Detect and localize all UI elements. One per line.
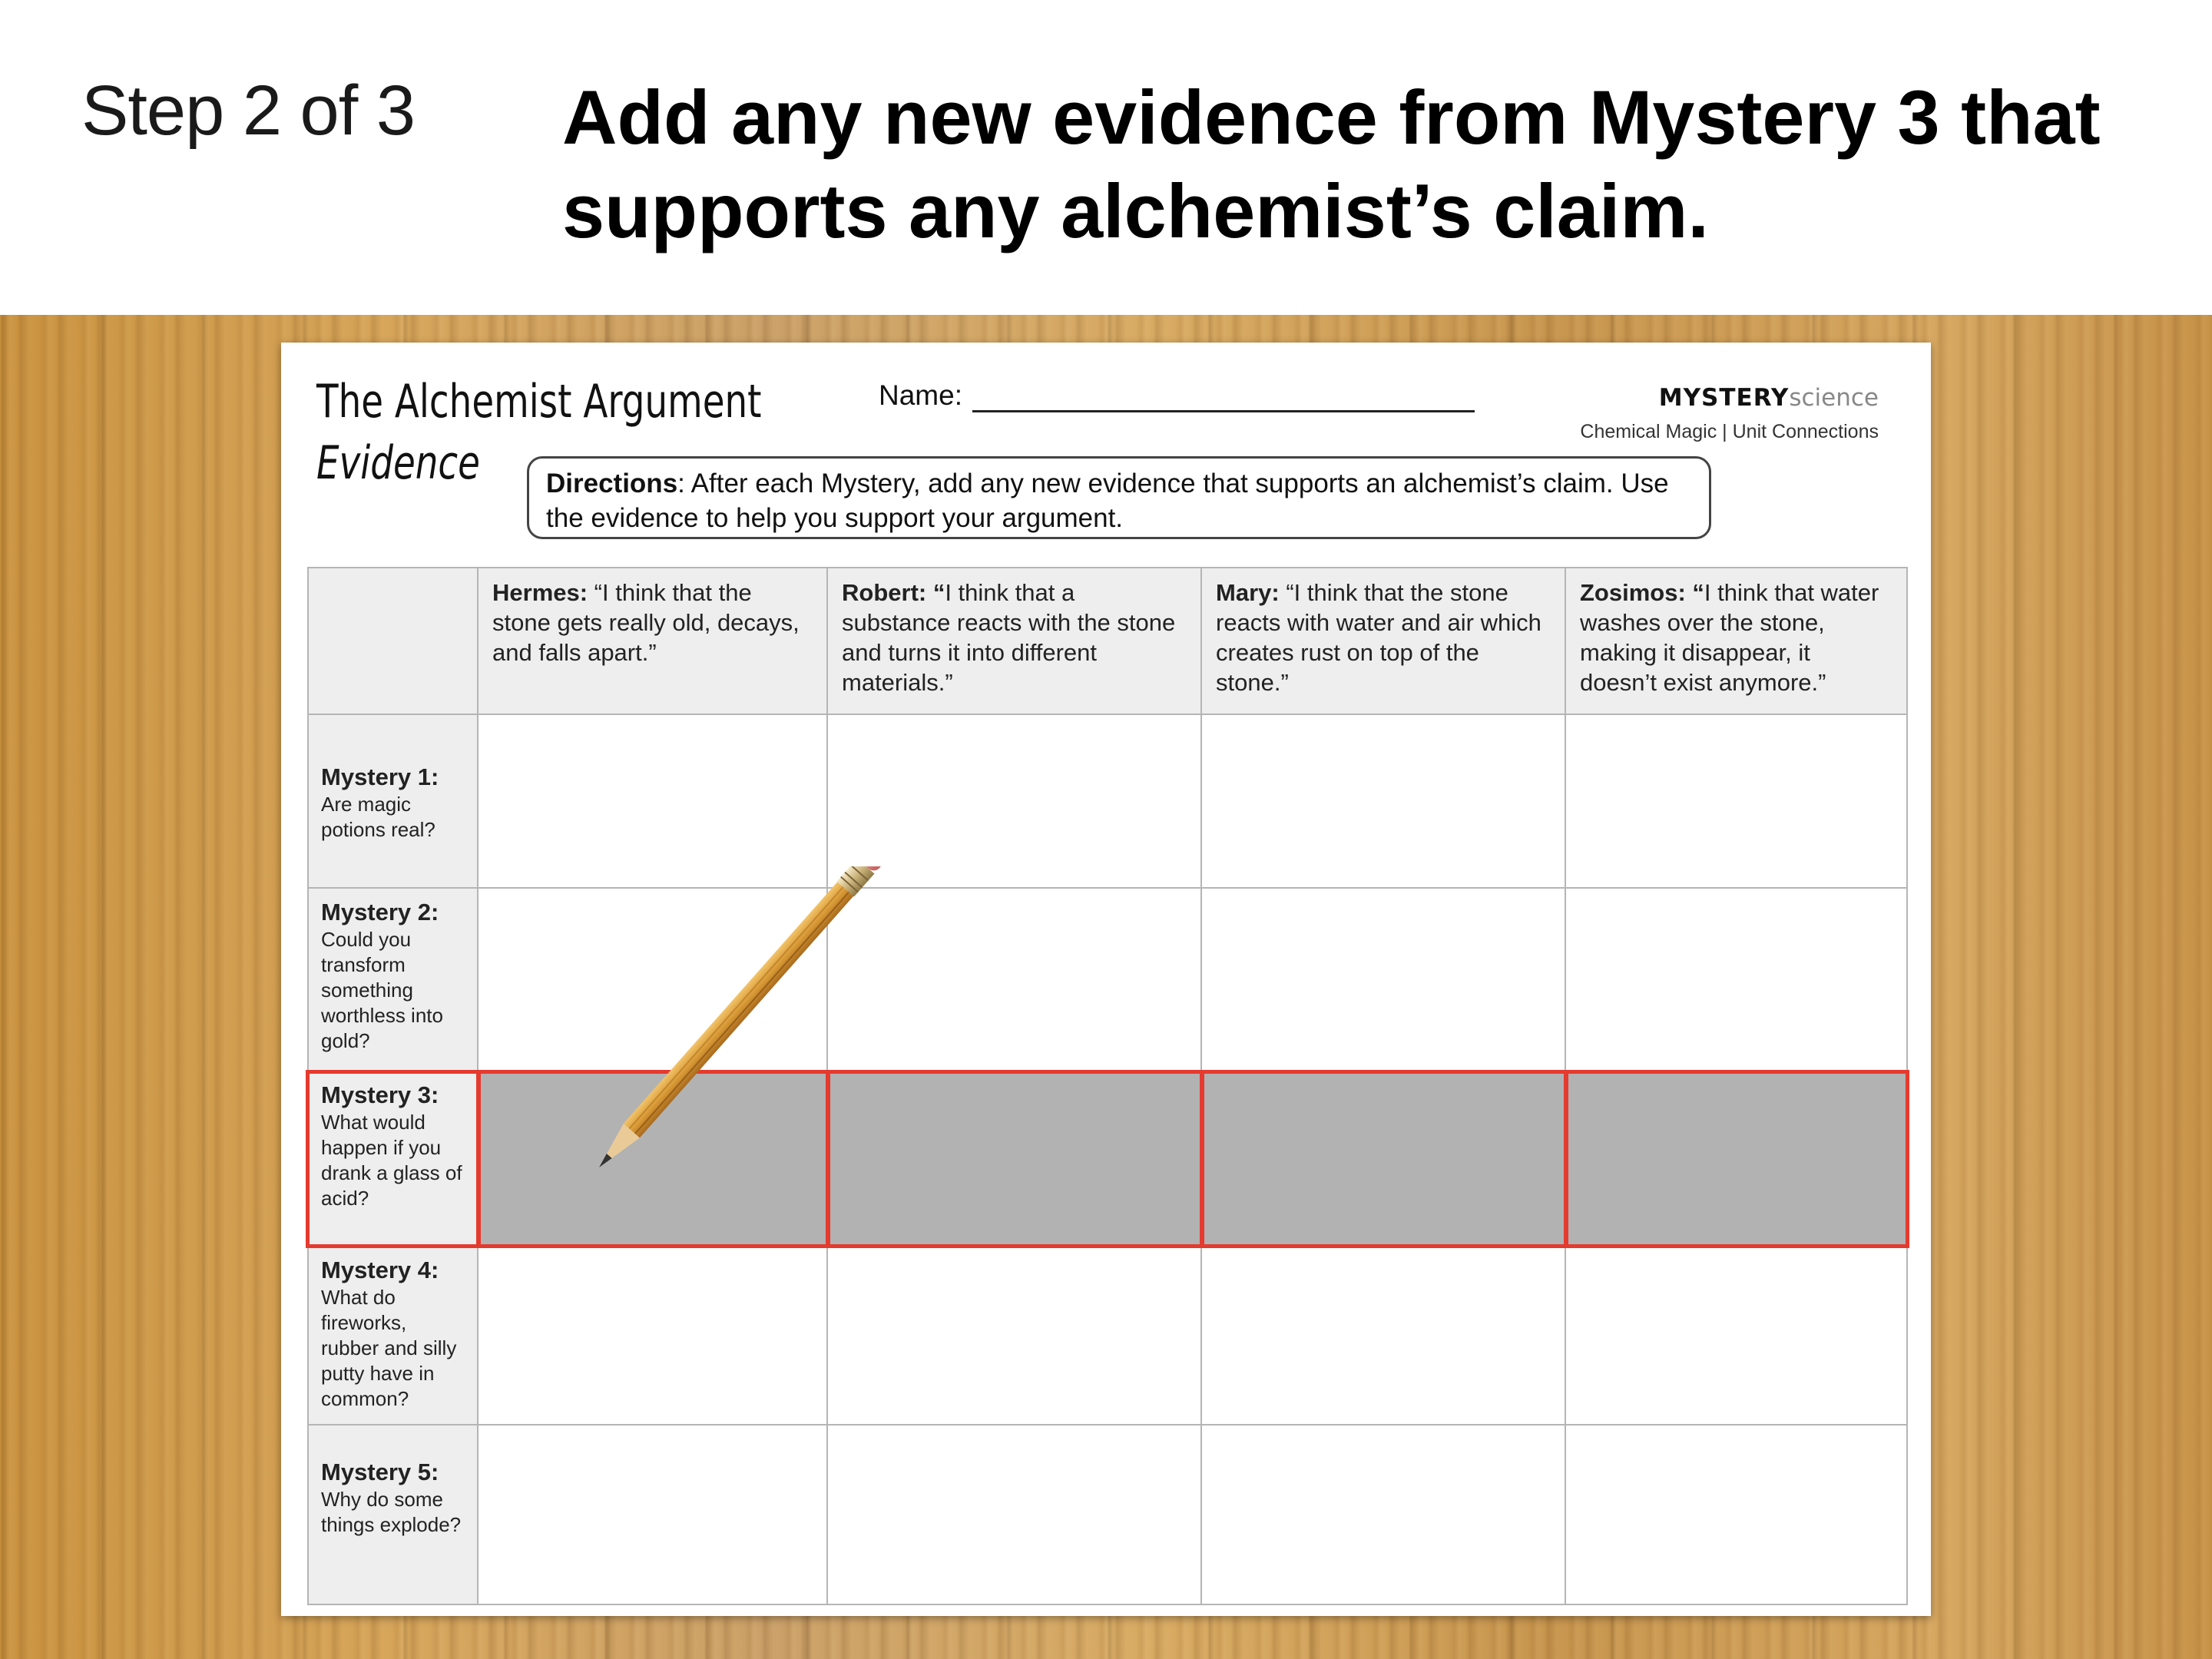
evidence-cell[interactable] [1566, 889, 1908, 1071]
column-header-mary: Mary: “I think that the stone reacts wit… [1202, 567, 1566, 715]
row-title: Mystery 2: [321, 899, 439, 926]
directions-label: Directions [546, 469, 678, 498]
evidence-cell[interactable] [478, 1247, 828, 1426]
evidence-cell[interactable] [1566, 1426, 1908, 1605]
row-header-mystery-3: Mystery 3: What would happen if you drank… [307, 1071, 478, 1247]
evidence-cell[interactable] [1202, 1426, 1566, 1605]
brand-logo: MYSTERYscience [1659, 384, 1879, 412]
evidence-cell[interactable] [1566, 715, 1908, 889]
evidence-cell[interactable] [1202, 889, 1566, 1071]
evidence-cell[interactable] [478, 715, 828, 889]
brand-light: science [1789, 384, 1879, 412]
column-name: Zosimos: “ [1580, 579, 1704, 606]
evidence-cell[interactable] [478, 1426, 828, 1605]
instruction-text: Add any new evidence from Mystery 3 that… [562, 75, 2101, 253]
evidence-table: Hermes: “I think that the stone gets rea… [306, 567, 1909, 1605]
evidence-cell-highlighted[interactable] [1566, 1071, 1908, 1247]
directions-box: Directions: After each Mystery, add any … [527, 456, 1711, 539]
row-header-mystery-4: Mystery 4: What do fireworks, rubber and … [307, 1247, 478, 1426]
evidence-cell[interactable] [828, 715, 1202, 889]
column-header-robert: Robert: “I think that a substance reacts… [828, 567, 1202, 715]
row-title: Mystery 1: [321, 763, 439, 790]
directions-text: : After each Mystery, add any new eviden… [546, 469, 1669, 533]
column-header-hermes: Hermes: “I think that the stone gets rea… [478, 567, 828, 715]
row-title: Mystery 4: [321, 1257, 439, 1283]
brand-bold: MYSTERY [1658, 384, 1790, 412]
worksheet-subtitle: Evidence [316, 436, 480, 490]
evidence-cell[interactable] [828, 1426, 1202, 1605]
column-name: Mary: [1216, 579, 1280, 606]
corner-cell [307, 567, 478, 715]
row-header-mystery-2: Mystery 2: Could you transform something … [307, 889, 478, 1071]
row-question: What do fireworks, rubber and silly putt… [321, 1286, 457, 1410]
evidence-cell[interactable] [1202, 1247, 1566, 1426]
evidence-cell-highlighted[interactable] [1202, 1071, 1566, 1247]
row-question: Could you transform something worthless … [321, 928, 443, 1052]
row-header-mystery-5: Mystery 5: Why do some things explode? [307, 1426, 478, 1605]
evidence-cell[interactable] [828, 1247, 1202, 1426]
column-name: Robert: “ [842, 579, 945, 606]
worksheet: The Alchemist Argument Evidence Name: MY… [281, 343, 1931, 1616]
pencil-icon [599, 866, 887, 1167]
row-question: Are magic potions real? [321, 793, 435, 841]
row-question: Why do some things explode? [321, 1488, 462, 1536]
worksheet-title: The Alchemist Argument [316, 375, 762, 429]
evidence-cell[interactable] [1566, 1247, 1908, 1426]
row-title: Mystery 3: [321, 1081, 439, 1108]
row-header-mystery-1: Mystery 1: Are magic potions real? [307, 715, 478, 889]
unit-label: Chemical Magic | Unit Connections [1580, 421, 1879, 442]
name-line [972, 410, 1475, 412]
row-question: What would happen if you drank a glass o… [321, 1111, 462, 1210]
step-label: Step 2 of 3 [81, 71, 416, 150]
column-name: Hermes: [492, 579, 588, 606]
evidence-cell[interactable] [1202, 715, 1566, 889]
column-header-zosimos: Zosimos: “I think that water washes over… [1566, 567, 1908, 715]
name-label: Name: [879, 379, 962, 411]
row-title: Mystery 5: [321, 1459, 439, 1485]
